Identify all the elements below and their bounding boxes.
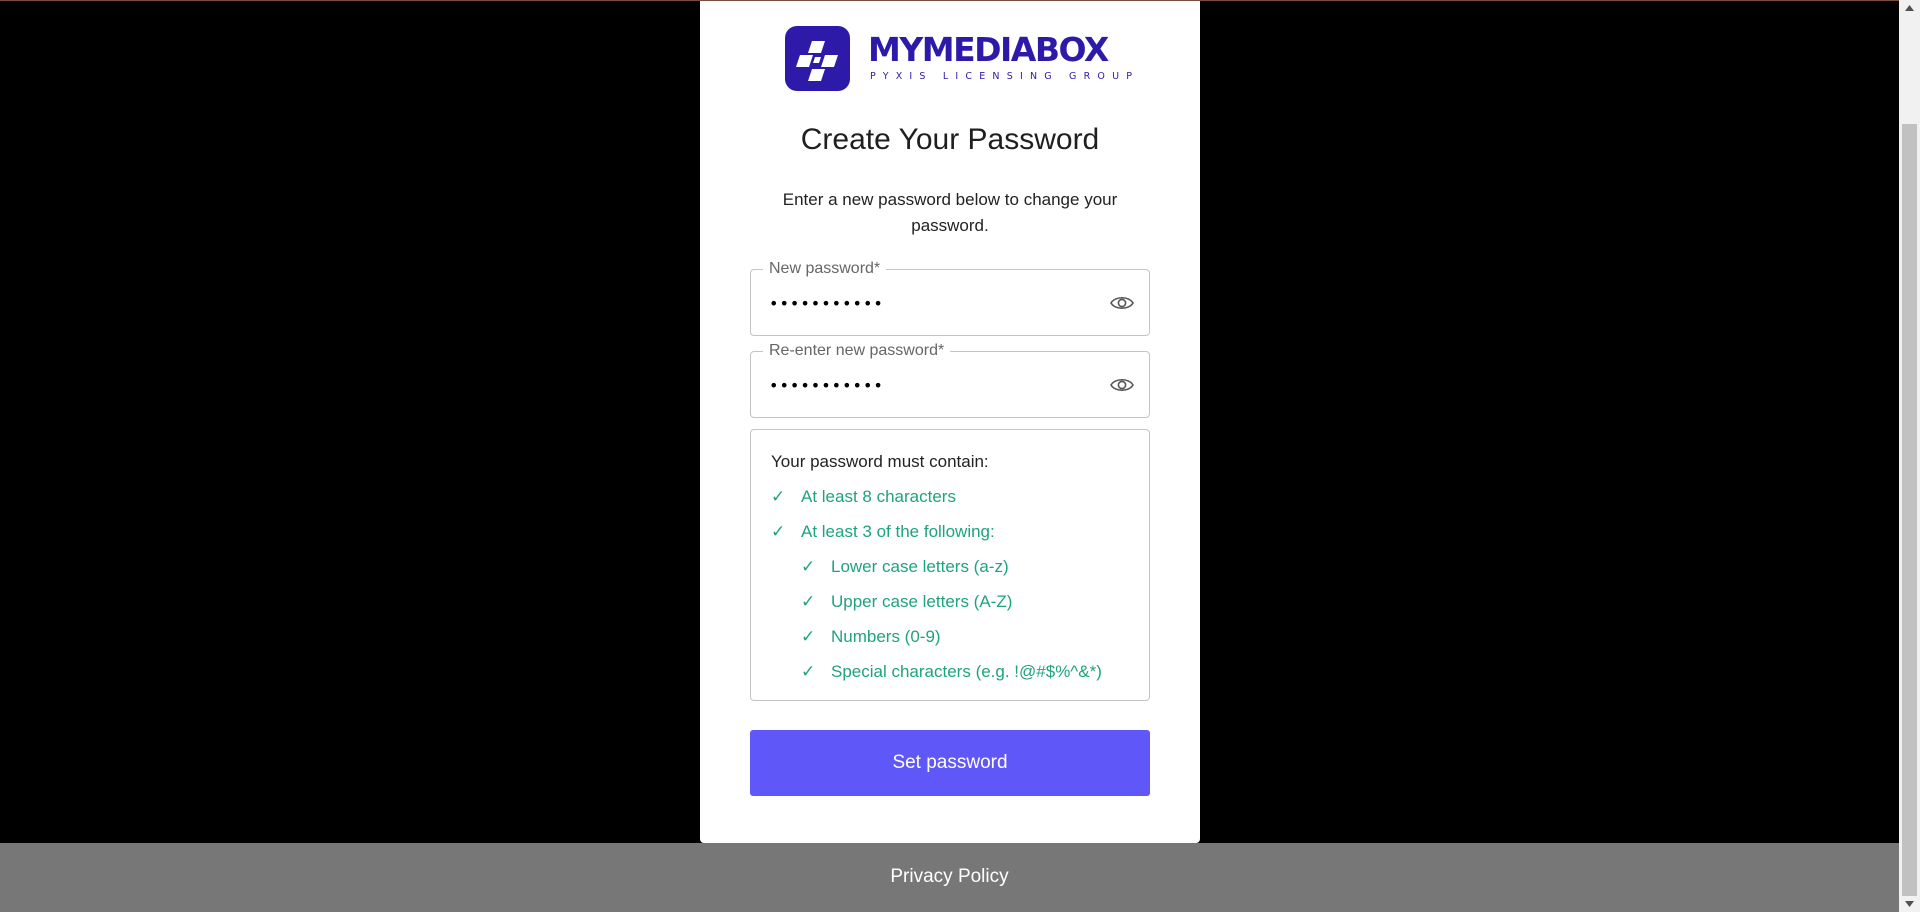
- requirements-heading: Your password must contain:: [771, 452, 989, 471]
- footer: Privacy Policy: [0, 843, 1899, 912]
- check-icon: ✓: [801, 627, 816, 647]
- requirement-item: ✓ Upper case letters (A-Z): [801, 592, 1012, 612]
- requirement-item: ✓ Numbers (0-9): [801, 627, 941, 647]
- check-icon: ✓: [771, 522, 786, 542]
- confirm-password-field: Re-enter new password*: [750, 340, 1150, 418]
- requirement-label: Lower case letters (a-z): [831, 557, 1009, 576]
- privacy-policy-link[interactable]: Privacy Policy: [0, 866, 1899, 888]
- eye-icon[interactable]: [1109, 291, 1135, 315]
- requirement-label: At least 3 of the following:: [801, 522, 995, 541]
- logo-tagline: PYXIS LICENSING GROUP: [870, 71, 1140, 82]
- page: MYMEDIABOX PYXIS LICENSING GROUP Create …: [0, 0, 1920, 912]
- confirm-password-label: Re-enter new password*: [763, 340, 951, 362]
- requirement-label: Upper case letters (A-Z): [831, 592, 1013, 611]
- check-icon: ✓: [801, 662, 816, 682]
- logo: MYMEDIABOX PYXIS LICENSING GROUP: [785, 26, 1139, 91]
- page-title: Create Your Password: [800, 123, 1100, 156]
- logo-glyph: [795, 40, 838, 81]
- new-password-label: New password*: [763, 258, 887, 280]
- requirement-item: ✓ Special characters (e.g. !@#$%^&*): [801, 662, 1102, 682]
- scroll-up-icon[interactable]: [1899, 0, 1920, 16]
- logo-icon: [785, 26, 850, 91]
- page-subtitle: Enter a new password below to change you…: [782, 190, 1118, 235]
- requirement-label: At least 8 characters: [801, 487, 956, 506]
- set-password-button[interactable]: Set password: [750, 730, 1150, 796]
- requirement-item: ✓ Lower case letters (a-z): [801, 557, 1009, 577]
- check-icon: ✓: [771, 487, 786, 507]
- requirement-label: Special characters (e.g. !@#$%^&*): [831, 662, 1102, 681]
- new-password-input[interactable]: [769, 288, 1089, 318]
- new-password-field: New password*: [750, 258, 1150, 336]
- confirm-password-input[interactable]: [769, 370, 1089, 400]
- logo-name: MYMEDIABOX: [868, 30, 1109, 69]
- requirement-item: ✓ At least 3 of the following:: [771, 522, 995, 542]
- logo-wordmark: MYMEDIABOX PYXIS LICENSING GROUP: [868, 30, 1140, 83]
- check-icon: ✓: [801, 592, 816, 612]
- vertical-scrollbar[interactable]: [1899, 0, 1920, 912]
- password-requirements: Your password must contain: ✓ At least 8 …: [750, 429, 1150, 701]
- scrollbar-thumb[interactable]: [1902, 124, 1917, 896]
- requirement-item: ✓ At least 8 characters: [771, 487, 956, 507]
- check-icon: ✓: [801, 557, 816, 577]
- requirement-label: Numbers (0-9): [831, 627, 941, 646]
- scroll-down-icon[interactable]: [1899, 896, 1920, 912]
- password-card: MYMEDIABOX PYXIS LICENSING GROUP Create …: [700, 1, 1200, 843]
- eye-icon[interactable]: [1109, 373, 1135, 397]
